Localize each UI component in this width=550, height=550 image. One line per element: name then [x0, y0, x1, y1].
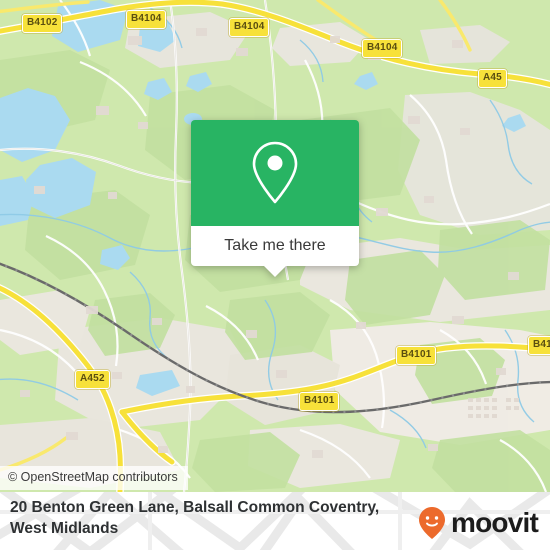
shield-b4101-b: B4101: [299, 392, 340, 411]
shield-b4104-c: B4104: [362, 39, 403, 58]
address-line-1: 20 Benton Green Lane, Balsall Common Cov…: [10, 499, 380, 516]
location-callout-card[interactable]: Take me there: [191, 120, 359, 277]
take-me-there-label: Take me there: [224, 237, 326, 254]
callout-action-area[interactable]: Take me there: [191, 226, 359, 277]
callout-pin-area: [191, 120, 359, 226]
info-bar: 20 Benton Green Lane, Balsall Common Cov…: [0, 492, 550, 550]
osm-attribution[interactable]: © OpenStreetMap contributors: [0, 466, 188, 490]
shield-a45: A45: [478, 69, 507, 88]
address-text: 20 Benton Green Lane, Balsall Common Cov…: [10, 497, 400, 540]
shield-a452: A452: [75, 370, 110, 389]
moovit-location-card: B4102 B4104 B4104 B4104 A45 B4101 B4101 …: [0, 0, 550, 550]
moovit-smiley-pin-icon: [419, 507, 446, 539]
shield-b4104-a: B4104: [126, 10, 167, 29]
map-canvas[interactable]: B4102 B4104 B4104 B4104 A45 B4101 B4101 …: [0, 0, 550, 492]
callout-tail: [264, 266, 286, 277]
shield-b4102: B4102: [22, 14, 63, 33]
shield-b4104-b: B4104: [229, 18, 270, 37]
location-pin-icon: [252, 141, 298, 204]
shield-b4101-a: B4101: [396, 346, 437, 365]
shield-b4101-c: B41: [528, 336, 550, 355]
address-line-2: West Midlands: [10, 520, 119, 538]
moovit-wordmark: moovit: [451, 507, 539, 538]
moovit-brand[interactable]: moovit: [417, 506, 539, 540]
